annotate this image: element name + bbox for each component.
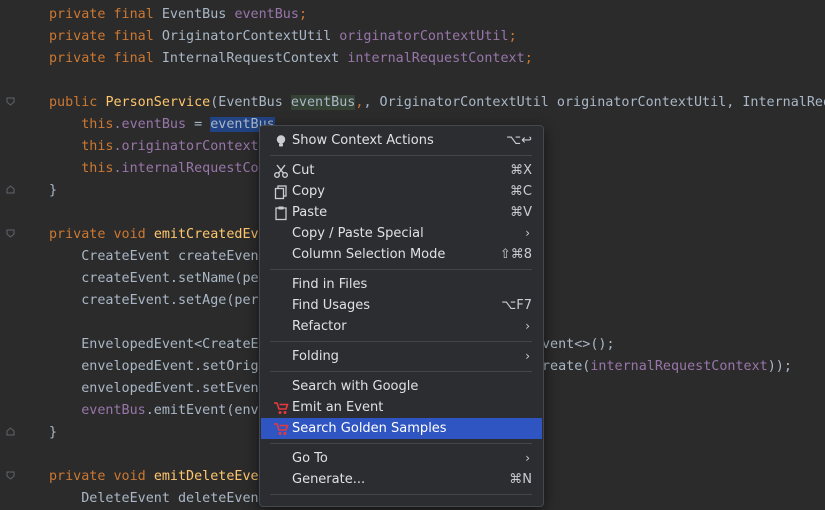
menu-item-paste[interactable]: Paste ⌘V: [261, 202, 542, 223]
code-line: this.originatorContextU: [81, 139, 267, 154]
menu-item-show-context-actions[interactable]: Show Context Actions ⌥↩: [261, 130, 542, 151]
menu-item-column-selection-mode[interactable]: Column Selection Mode ⇧⌘8: [261, 244, 542, 265]
editor-gutter: [0, 0, 30, 498]
menu-separator: [270, 494, 532, 495]
menu-item-folding[interactable]: Folding ›: [261, 346, 542, 367]
menu-separator: [270, 269, 532, 270]
code-line: this.eventBus = eventBus: [81, 117, 275, 132]
code-line: private final InternalRequestContext int…: [49, 51, 533, 66]
code-line-tail: vent<>();: [542, 337, 615, 352]
menu-item-search-with-google[interactable]: Search with Google: [261, 376, 542, 397]
fold-marker-icon[interactable]: [6, 229, 15, 238]
menu-separator: [270, 443, 532, 444]
code-line: private final EventBus eventBus;: [49, 7, 307, 22]
code-line: private final OriginatorContextUtil orig…: [49, 29, 517, 44]
menu-separator: [270, 155, 532, 156]
menu-item-refactor[interactable]: Refactor ›: [261, 316, 542, 337]
menu-item-find-usages[interactable]: Find Usages ⌥F7: [261, 295, 542, 316]
menu-item-find-in-files[interactable]: Find in Files: [261, 274, 542, 295]
code-line-tail: reate(internalRequestContext));: [542, 359, 792, 374]
code-line: createEvent.setAge(pers: [81, 293, 267, 308]
copy-icon: [273, 184, 289, 200]
code-line: envelopedEvent.setEvent: [81, 381, 267, 396]
code-line: DeleteEvent deleteEvent: [81, 491, 267, 506]
fold-marker-icon[interactable]: [6, 97, 15, 106]
chevron-right-icon: ›: [525, 451, 530, 465]
menu-item-emit-an-event[interactable]: Emit an Event: [261, 397, 542, 418]
fold-marker-icon[interactable]: [6, 427, 15, 436]
chevron-right-icon: ›: [525, 349, 530, 363]
code-line: CreateEvent createEvent: [81, 249, 267, 264]
menu-item-copy-paste-special[interactable]: Copy / Paste Special ›: [261, 223, 542, 244]
menu-item-copy[interactable]: Copy ⌘C: [261, 181, 542, 202]
code-line: private void emitDeleteEven: [49, 469, 267, 484]
bulb-icon: [273, 133, 289, 149]
plugin-icon: [273, 400, 289, 416]
chevron-right-icon: ›: [525, 319, 530, 333]
scissors-icon: [273, 163, 289, 179]
fold-marker-icon[interactable]: [6, 471, 15, 480]
code-line: this.internalRequestCon: [81, 161, 267, 176]
code-line: EnvelopedEvent<CreateEv: [81, 337, 267, 352]
chevron-right-icon: ›: [525, 226, 530, 240]
code-line: envelopedEvent.setOrigi: [81, 359, 267, 374]
code-line: eventBus.emitEvent(enve: [81, 403, 267, 418]
menu-item-cut[interactable]: Cut ⌘X: [261, 160, 542, 181]
code-line: }: [49, 183, 58, 198]
clipboard-icon: [273, 205, 289, 221]
context-menu: Show Context Actions ⌥↩ Cut ⌘X Copy ⌘C P…: [259, 125, 544, 507]
code-line: createEvent.setName(per: [81, 271, 267, 286]
code-line: private void emitCreatedEve: [49, 227, 267, 242]
menu-item-go-to[interactable]: Go To ›: [261, 448, 542, 469]
menu-separator: [270, 371, 532, 372]
fold-marker-icon[interactable]: [6, 185, 15, 194]
menu-item-generate[interactable]: Generate... ⌘N: [261, 469, 542, 490]
menu-separator: [270, 341, 532, 342]
plugin-icon: [273, 421, 289, 437]
code-line: public PersonService(EventBus eventBus,,…: [49, 95, 825, 110]
menu-item-search-golden-samples[interactable]: Search Golden Samples: [261, 418, 542, 439]
code-line: }: [49, 425, 58, 440]
